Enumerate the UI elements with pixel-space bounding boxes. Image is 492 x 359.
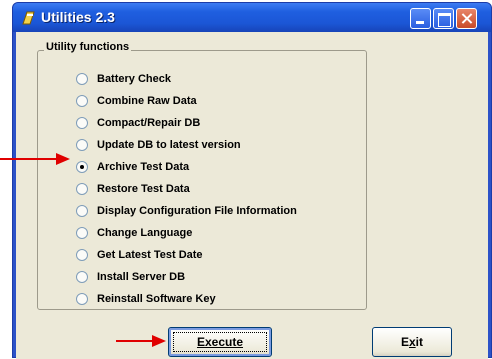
option-archive-test-data[interactable]: Archive Test Data: [76, 158, 366, 176]
exit-button[interactable]: Ex it: [372, 327, 452, 357]
title-bar[interactable]: Utilities 2.3: [13, 3, 491, 32]
option-reinstall-software-key[interactable]: Reinstall Software Key: [76, 290, 366, 308]
option-label: Update DB to latest version: [97, 139, 241, 151]
option-battery-check[interactable]: Battery Check: [76, 70, 366, 88]
window-title: Utilities 2.3: [41, 9, 115, 25]
option-label: Get Latest Test Date: [97, 249, 203, 261]
radio-button[interactable]: [76, 227, 88, 239]
app-icon: [22, 11, 35, 25]
option-install-server-db[interactable]: Install Server DB: [76, 268, 366, 286]
option-update-db[interactable]: Update DB to latest version: [76, 136, 366, 154]
radio-button[interactable]: [76, 183, 88, 195]
focus-rectangle: [173, 332, 267, 352]
maximize-button[interactable]: [433, 8, 454, 29]
window-client-area: Utility functions Battery Check Combine …: [16, 32, 488, 359]
option-label: Combine Raw Data: [97, 95, 197, 107]
exit-label-suffix: it: [415, 335, 424, 349]
option-label: Display Configuration File Information: [97, 205, 297, 217]
minimize-button[interactable]: [410, 8, 431, 29]
radio-button[interactable]: [76, 117, 88, 129]
exit-label-mnemonic: x: [408, 335, 416, 349]
group-label: Utility functions: [44, 41, 132, 53]
option-label: Change Language: [97, 227, 193, 239]
utilities-window: Utilities 2.3 Utility functions Battery …: [12, 2, 492, 359]
option-display-config-info[interactable]: Display Configuration File Information: [76, 202, 366, 220]
exit-label-prefix: E: [400, 335, 409, 349]
option-label: Archive Test Data: [97, 161, 190, 173]
option-label: Install Server DB: [97, 271, 186, 283]
option-label: Battery Check: [97, 73, 171, 85]
execute-button[interactable]: Execute: [168, 327, 272, 357]
radio-button-selected[interactable]: [76, 161, 88, 173]
option-restore-test-data[interactable]: Restore Test Data: [76, 180, 366, 198]
option-change-language[interactable]: Change Language: [76, 224, 366, 242]
option-label: Restore Test Data: [97, 183, 190, 195]
option-compact-repair-db[interactable]: Compact/Repair DB: [76, 114, 366, 132]
radio-button[interactable]: [76, 73, 88, 85]
close-button[interactable]: [456, 8, 477, 29]
annotation-arrow-execute: [116, 335, 166, 347]
annotation-arrow-archive: [0, 153, 70, 165]
radio-button[interactable]: [76, 95, 88, 107]
option-combine-raw-data[interactable]: Combine Raw Data: [76, 92, 366, 110]
option-label: Compact/Repair DB: [97, 117, 201, 129]
option-get-latest-test-date[interactable]: Get Latest Test Date: [76, 246, 366, 264]
option-label: Reinstall Software Key: [97, 293, 216, 305]
radio-button[interactable]: [76, 205, 88, 217]
radio-button[interactable]: [76, 293, 88, 305]
radio-button[interactable]: [76, 249, 88, 261]
radio-button[interactable]: [76, 139, 88, 151]
radio-button[interactable]: [76, 271, 88, 283]
